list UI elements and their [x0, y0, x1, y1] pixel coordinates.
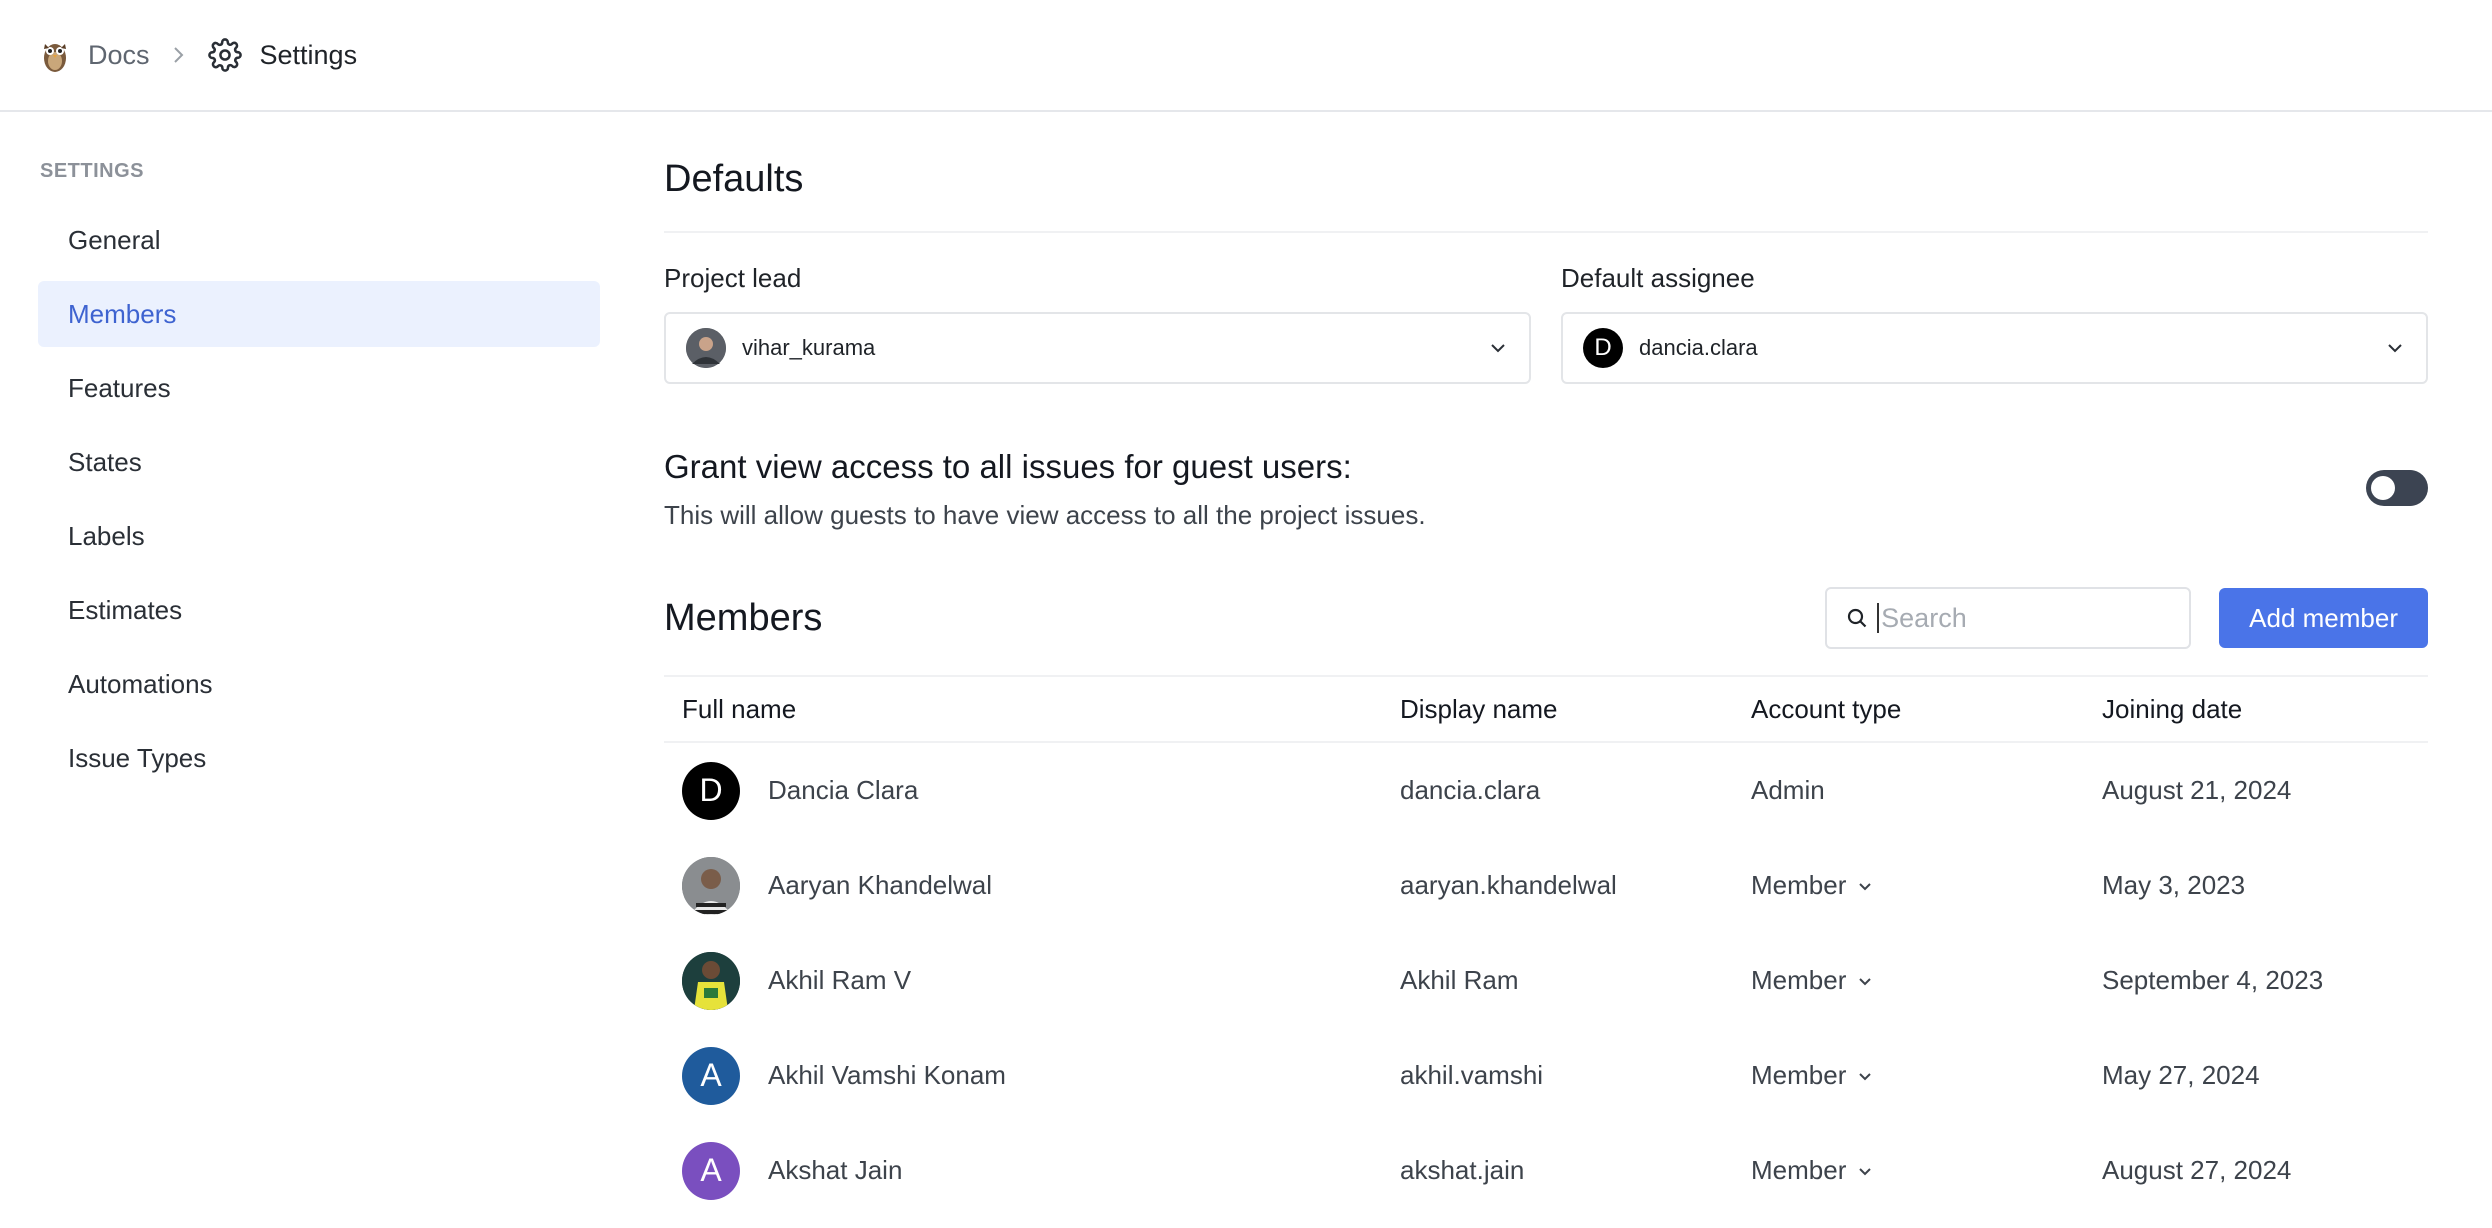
avatar: D	[682, 761, 740, 820]
chevron-down-icon	[1859, 1072, 1872, 1080]
chevron-down-icon	[2388, 344, 2402, 353]
gear-icon	[207, 38, 242, 72]
chevron-down-icon	[1859, 1167, 1872, 1175]
add-member-button[interactable]: Add member	[2219, 588, 2428, 648]
table-row[interactable]: A Akshat Jain akshat.jain Member August …	[664, 1123, 2428, 1218]
search-icon	[1848, 608, 1867, 628]
members-heading: Members	[664, 596, 823, 639]
settings-sidebar: SETTINGS General Members Features States…	[38, 114, 600, 799]
default-assignee-select[interactable]: D dancia.clara	[1561, 312, 2428, 384]
table-row[interactable]: Aaryan Khandelwal aaryan.khandelwal Memb…	[664, 838, 2428, 933]
guest-access-toggle[interactable]	[2366, 470, 2428, 506]
defaults-fields: Project lead vihar_kurama Default assign…	[664, 263, 2428, 384]
member-joining-date: August 27, 2024	[2102, 1155, 2292, 1185]
chevron-down-icon	[1859, 882, 1872, 890]
sidebar-item-labels[interactable]: Labels	[38, 503, 600, 569]
member-account-type: Member	[1751, 1155, 1847, 1185]
member-display-name: aaryan.khandelwal	[1400, 870, 1617, 900]
settings-main: Defaults Project lead vihar_kurama Defau…	[664, 114, 2428, 1218]
sidebar-item-features[interactable]: Features	[38, 355, 600, 421]
account-type-dropdown[interactable]: Member	[1751, 870, 2102, 901]
guest-access-description: This will allow guests to have view acce…	[664, 500, 1426, 530]
full-name-cell: A Akhil Vamshi Konam	[664, 1046, 1400, 1105]
member-display-name: Akhil Ram	[1400, 965, 1519, 995]
top-bar: Docs Settings	[0, 0, 2492, 112]
chevron-down-icon	[1859, 977, 1872, 985]
table-row[interactable]: Akhil Ram V Akhil Ram Member September 4…	[664, 933, 2428, 1028]
default-assignee-value: dancia.clara	[1639, 335, 1758, 360]
member-display-name: akshat.jain	[1400, 1155, 1525, 1185]
member-joining-date: May 3, 2023	[2102, 870, 2246, 900]
defaults-heading: Defaults	[664, 158, 804, 200]
sidebar-item-automations[interactable]: Automations	[38, 651, 600, 717]
divider	[664, 231, 2428, 233]
sidebar-item-estimates[interactable]: Estimates	[38, 577, 600, 643]
sidebar-item-states[interactable]: States	[38, 429, 600, 495]
member-search-box[interactable]	[1825, 587, 2192, 649]
full-name-cell: Akhil Ram V	[664, 951, 1400, 1010]
project-lead-field: Project lead vihar_kurama	[664, 263, 1531, 384]
column-header-display-name[interactable]: Display name	[1400, 694, 1751, 725]
project-lead-select[interactable]: vihar_kurama	[664, 312, 1531, 384]
avatar: A	[682, 1141, 740, 1200]
member-display-name: dancia.clara	[1400, 775, 1541, 805]
default-assignee-field: Default assignee D dancia.clara	[1561, 263, 2428, 384]
member-display-name: akhil.vamshi	[1400, 1060, 1544, 1090]
breadcrumb-current-page: Settings	[259, 39, 358, 70]
sidebar-item-general[interactable]: General	[38, 207, 600, 273]
project-lead-label: Project lead	[664, 263, 802, 293]
default-assignee-label: Default assignee	[1561, 263, 1755, 293]
member-joining-date: May 27, 2024	[2102, 1060, 2260, 1090]
member-joining-date: September 4, 2023	[2102, 965, 2324, 995]
breadcrumb: Docs Settings	[38, 36, 357, 74]
member-full-name: Dancia Clara	[768, 775, 919, 805]
account-type-dropdown[interactable]: Member	[1751, 1060, 2102, 1091]
breadcrumb-project-link[interactable]: Docs	[88, 40, 150, 71]
member-account-type: Admin	[1751, 775, 1825, 805]
full-name-cell: D Dancia Clara	[664, 761, 1400, 820]
member-account-type: Member	[1751, 965, 1847, 995]
member-full-name: Akshat Jain	[768, 1155, 903, 1185]
text-caret	[1877, 603, 1880, 633]
member-joining-date: August 21, 2024	[2102, 775, 2292, 805]
guest-access-section: Grant view access to all issues for gues…	[664, 448, 2428, 531]
member-full-name: Akhil Vamshi Konam	[768, 1060, 1006, 1090]
full-name-cell: Aaryan Khandelwal	[664, 856, 1400, 915]
column-header-joining-date[interactable]: Joining date	[2102, 694, 2428, 725]
member-account-type: Member	[1751, 870, 1847, 900]
chevron-down-icon	[1491, 344, 1505, 353]
sidebar-section-title: SETTINGS	[40, 160, 145, 182]
member-full-name: Akhil Ram V	[768, 965, 912, 995]
sidebar-item-issue-types[interactable]: Issue Types	[38, 725, 600, 791]
column-header-account-type[interactable]: Account type	[1751, 694, 2102, 725]
project-lead-value: vihar_kurama	[742, 335, 876, 360]
members-table: Full name Display name Account type Join…	[664, 675, 2428, 1218]
avatar	[682, 856, 740, 915]
table-row[interactable]: A Akhil Vamshi Konam akhil.vamshi Member…	[664, 1028, 2428, 1123]
project-logo-icon[interactable]	[38, 36, 72, 74]
full-name-cell: A Akshat Jain	[664, 1141, 1400, 1200]
avatar	[682, 951, 740, 1010]
account-type-dropdown[interactable]: Member	[1751, 965, 2102, 996]
member-account-type: Member	[1751, 1060, 1847, 1090]
table-header: Full name Display name Account type Join…	[664, 677, 2428, 743]
members-header: Members Add member	[664, 587, 2428, 649]
toggle-knob	[2371, 476, 2395, 500]
default-assignee-avatar: D	[1583, 328, 1623, 368]
member-full-name: Aaryan Khandelwal	[768, 870, 993, 900]
search-input[interactable]	[1881, 602, 2162, 634]
table-row[interactable]: D Dancia Clara dancia.clara Admin August…	[664, 743, 2428, 838]
sidebar-item-members[interactable]: Members	[38, 281, 600, 347]
guest-access-title: Grant view access to all issues for gues…	[664, 448, 1352, 485]
account-type-dropdown[interactable]: Member	[1751, 1155, 2102, 1186]
chevron-right-icon	[173, 47, 183, 63]
column-header-full-name[interactable]: Full name	[664, 694, 1400, 725]
avatar: A	[682, 1046, 740, 1105]
project-lead-avatar	[686, 328, 726, 368]
